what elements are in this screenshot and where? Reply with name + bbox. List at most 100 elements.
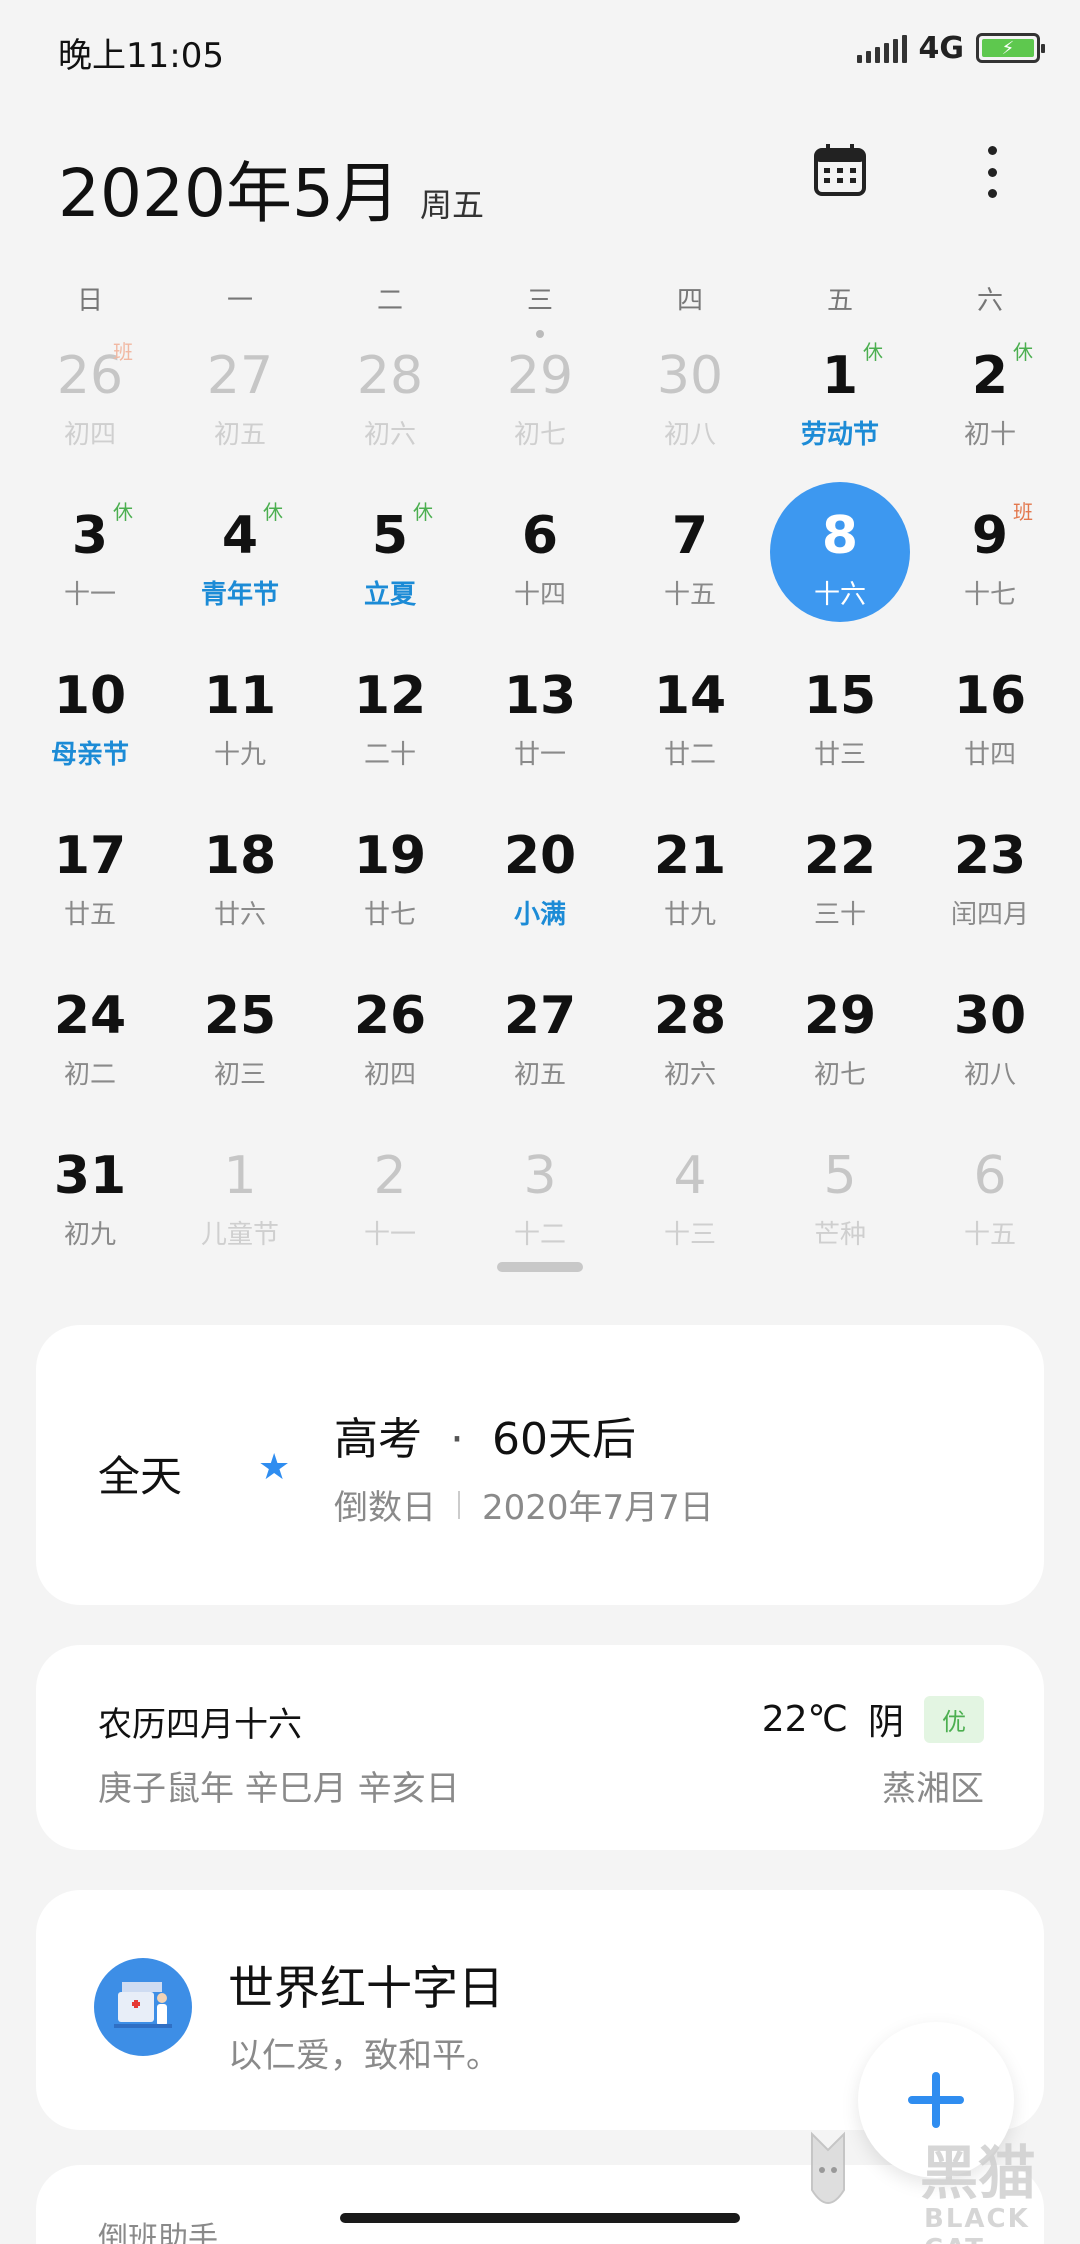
calendar-day[interactable]: 7 十五 [615,480,765,640]
calendar-day[interactable]: 10 母亲节 [15,640,165,800]
day-number: 17 [53,826,127,886]
calendar-day[interactable]: 17 廿五 [15,800,165,960]
workday-badge: 班 [1013,500,1033,524]
event-subtitle-row: 倒数日 2020年7月7日 [334,1480,714,1529]
calendar-day[interactable]: 26 初四班 [15,320,165,480]
lunar-date-label: 初七 [813,1060,866,1090]
calendar-day[interactable]: 22 三十 [765,800,915,960]
day-number: 9 [971,506,1009,566]
day-number: 6 [521,506,559,566]
calendar-day[interactable]: 26 初四 [315,960,465,1120]
calendar-day[interactable]: 15 廿三 [765,640,915,800]
event-separator: · [450,1414,464,1465]
black-cat-watermark: 黑猫 BLACK CAT [800,2120,1080,2244]
day-number: 30 [656,346,724,406]
home-indicator[interactable] [340,2213,740,2223]
calendar-day[interactable]: 20 小满 [465,800,615,960]
day-number: 10 [53,666,127,726]
day-number: 23 [953,826,1027,886]
calendar-day[interactable]: 1 儿童节 [165,1120,315,1280]
calendar-day[interactable]: 1 劳动节 休 [765,320,915,480]
calendar-day[interactable]: 12 二十 [315,640,465,800]
calendar-day[interactable]: 2 十一 [315,1120,465,1280]
lunar-info-card[interactable]: 农历四月十六 庚子鼠年 辛巳月 辛亥日 22℃ 阴 优 蒸湘区 [36,1645,1044,1850]
festival-label: 青年节 [200,580,279,610]
calendar-day[interactable]: 18 廿六 [165,800,315,960]
calendar-day[interactable]: 29 初七 [465,320,615,480]
calendar-day[interactable]: 31 初九 [15,1120,165,1280]
day-number: 26 [353,986,427,1046]
lunar-date-label: 初二 [63,1060,116,1090]
calendar-day[interactable]: 30 初八 [915,960,1065,1120]
calendar-day[interactable]: 3 十一 休 [15,480,165,640]
star-icon: ★ [258,1447,291,1488]
lunar-date-label: 廿一 [513,740,566,770]
holiday-rest-badge: 休 [863,340,883,364]
weather-row: 22℃ 阴 优 [762,1693,984,1745]
calendar-day[interactable]: 19 廿七 [315,800,465,960]
day-number: 5 [823,1146,857,1206]
calendar-day[interactable]: 14 廿二 [615,640,765,800]
more-vertical-icon[interactable] [962,146,1022,198]
weekday-header: 日 [76,286,103,316]
calendar-day-selected[interactable]: 8 十六 [765,480,915,640]
calendar-day[interactable]: 24 初二 [15,960,165,1120]
calendar-day[interactable]: 28 初六 [315,320,465,480]
all-day-label: 全天 [98,1452,183,1501]
event-dot-indicator [536,330,544,338]
calendar-day[interactable]: 13 廿一 [465,640,615,800]
calendar-day[interactable]: 27 初五 [465,960,615,1120]
day-number: 4 [673,1146,707,1206]
calendar-day[interactable]: 6 十四 [465,480,615,640]
drag-handle[interactable] [497,1262,583,1272]
day-number: 27 [503,986,577,1046]
day-number: 28 [653,986,727,1046]
calendar-day[interactable]: 21 廿九 [615,800,765,960]
calendar-day[interactable]: 5 立夏 休 [315,480,465,640]
lunar-date-label: 廿三 [813,740,866,770]
special-day-subtitle: 以仁爱，致和平。 [228,2036,500,2076]
calendar-day[interactable]: 16 廿四 [915,640,1065,800]
calendar-day[interactable]: 29 初七 [765,960,915,1120]
day-number: 29 [506,346,574,406]
event-card[interactable]: 全天 ★ 高考 · 60天后 倒数日 2020年7月7日 [36,1325,1044,1605]
month-title[interactable]: 2020年5月 [58,140,400,236]
calendar-day[interactable]: 6 十五 [915,1120,1065,1280]
calendar-day[interactable]: 11 十九 [165,640,315,800]
signal-icon [856,33,907,63]
lunar-date-label: 初八 [663,420,716,450]
day-number: 2 [373,1146,407,1206]
calendar-day[interactable]: 4 青年节 休 [165,480,315,640]
lunar-date-label: 廿四 [963,740,1016,770]
network-type: 4G [918,30,965,66]
day-number: 1 [821,346,859,406]
calendar-day[interactable]: 25 初三 [165,960,315,1120]
calendar-day[interactable]: 28 初六 [615,960,765,1120]
special-day-title: 世界红十字日 [228,1961,504,2015]
lunar-date-label: 十六 [813,580,866,610]
calendar-day[interactable]: 4 十三 [615,1120,765,1280]
calendar-day[interactable]: 23 闰四月 [915,800,1065,960]
day-number: 20 [503,826,577,886]
battery-icon: ⚡ [976,33,1045,63]
holiday-rest-badge: 休 [113,500,133,524]
calendar-day[interactable]: 2 初十 休 [915,320,1065,480]
calendar-day[interactable]: 9 十七 班 [915,480,1065,640]
watermark-brand-cn: 黑猫 [920,2139,1037,2207]
calendar-icon[interactable] [812,142,868,198]
lunar-date-label: 初六 [363,420,416,450]
day-number: 3 [71,506,109,566]
lunar-date-label: 初四 [363,1060,416,1090]
calendar-day[interactable]: 5 芒种 [765,1120,915,1280]
day-number: 19 [353,826,427,886]
day-number: 18 [203,826,277,886]
day-number: 13 [503,666,577,726]
weekday-header: 三 [526,286,553,316]
event-date: 2020年7月7日 [482,1488,714,1528]
weekday-header: 二 [376,286,403,316]
calendar-day[interactable]: 30 初八 [615,320,765,480]
festival-label: 芒种 [813,1220,866,1250]
calendar-day[interactable]: 3 十二 [465,1120,615,1280]
calendar-day[interactable]: 27 初五 [165,320,315,480]
workday-badge: 班 [113,340,133,364]
